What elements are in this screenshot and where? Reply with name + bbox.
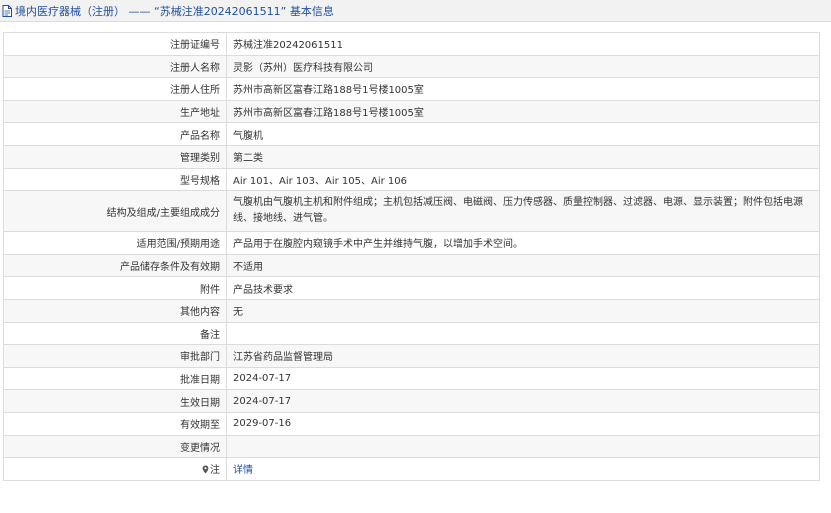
table-row: 批准日期 2024-07-17 xyxy=(3,366,820,391)
table-row: 适用范围/预期用途 产品用于在腹腔内窥镜手术中产生并维持气腹，以增加手术空间。 xyxy=(3,231,820,255)
info-table-container: 注册证编号 苏械注准20242061511 注册人名称 灵影（苏州）医疗科技有限… xyxy=(3,32,820,481)
row-value: Air 101、Air 103、Air 105、Air 106 xyxy=(226,167,820,192)
row-value: 无 xyxy=(226,298,820,323)
table-row: 审批部门 江苏省药品监督管理局 xyxy=(3,344,820,368)
row-label: 有效期至 xyxy=(3,411,227,436)
document-icon xyxy=(2,4,12,17)
row-value: 第二类 xyxy=(226,144,820,169)
row-value: 苏州市高新区富春江路188号1号楼1005室 xyxy=(226,77,820,101)
row-label: 生效日期 xyxy=(3,389,227,413)
table-row: 注 详情 xyxy=(3,457,820,481)
table-row: 型号规格 Air 101、Air 103、Air 105、Air 106 xyxy=(3,167,820,192)
row-value: 气腹机由气腹机主机和附件组成；主机包括减压阀、电磁阀、压力传感器、质量控制器、过… xyxy=(226,190,820,233)
row-value: 江苏省药品监督管理局 xyxy=(226,344,820,368)
location-pin-icon xyxy=(202,465,209,474)
row-value xyxy=(226,321,820,346)
row-value: 灵影（苏州）医疗科技有限公司 xyxy=(226,54,820,79)
row-value: 2024-07-17 xyxy=(226,366,820,391)
table-row: 生产地址 苏州市高新区富春江路188号1号楼1005室 xyxy=(3,99,820,124)
row-label: 管理类别 xyxy=(3,144,227,169)
row-label: 批准日期 xyxy=(3,366,227,391)
row-label: 生产地址 xyxy=(3,99,227,124)
row-label: 注册证编号 xyxy=(3,32,227,56)
table-row: 结构及组成/主要组成成分 气腹机由气腹机主机和附件组成；主机包括减压阀、电磁阀、… xyxy=(3,190,820,233)
table-row: 注册人住所 苏州市高新区富春江路188号1号楼1005室 xyxy=(3,77,820,101)
row-label: 变更情况 xyxy=(3,434,227,459)
row-value: 2029-07-16 xyxy=(226,411,820,436)
row-label: 注 xyxy=(3,457,227,481)
table-row: 生效日期 2024-07-17 xyxy=(3,389,820,413)
row-label: 审批部门 xyxy=(3,344,227,368)
row-value: 气腹机 xyxy=(226,122,820,146)
row-label: 其他内容 xyxy=(3,298,227,323)
row-value: 2024-07-17 xyxy=(226,389,820,413)
table-row: 注册人名称 灵影（苏州）医疗科技有限公司 xyxy=(3,54,820,79)
table-row: 变更情况 xyxy=(3,434,820,459)
table-row: 注册证编号 苏械注准20242061511 xyxy=(3,32,820,56)
row-value: 苏州市高新区富春江路188号1号楼1005室 xyxy=(226,99,820,124)
row-label: 型号规格 xyxy=(3,167,227,192)
row-label: 注册人名称 xyxy=(3,54,227,79)
page-header: 境内医疗器械（注册） —— “苏械注准20242061511” 基本信息 xyxy=(0,0,831,22)
table-row: 其他内容 无 xyxy=(3,298,820,323)
table-row: 附件 产品技术要求 xyxy=(3,276,820,300)
table-row: 产品储存条件及有效期 不适用 xyxy=(3,253,820,278)
table-row: 备注 xyxy=(3,321,820,346)
table-row: 产品名称 气腹机 xyxy=(3,122,820,146)
row-value: 详情 xyxy=(226,457,820,481)
note-label-text: 注 xyxy=(210,465,220,477)
row-value: 不适用 xyxy=(226,253,820,278)
details-link[interactable]: 详情 xyxy=(233,465,253,476)
row-value: 苏械注准20242061511 xyxy=(226,32,820,56)
row-value xyxy=(226,434,820,459)
table-row: 管理类别 第二类 xyxy=(3,144,820,169)
row-value: 产品技术要求 xyxy=(226,276,820,300)
row-label: 附件 xyxy=(3,276,227,300)
row-label: 适用范围/预期用途 xyxy=(3,231,227,255)
row-label: 结构及组成/主要组成成分 xyxy=(3,190,227,233)
info-table: 注册证编号 苏械注准20242061511 注册人名称 灵影（苏州）医疗科技有限… xyxy=(3,32,820,481)
row-label: 注册人住所 xyxy=(3,77,227,101)
row-label: 备注 xyxy=(3,321,227,346)
row-label: 产品储存条件及有效期 xyxy=(3,253,227,278)
breadcrumb-title: 境内医疗器械（注册） —— “苏械注准20242061511” 基本信息 xyxy=(15,4,334,18)
row-label: 产品名称 xyxy=(3,122,227,146)
row-value: 产品用于在腹腔内窥镜手术中产生并维持气腹，以增加手术空间。 xyxy=(226,231,820,255)
table-row: 有效期至 2029-07-16 xyxy=(3,411,820,436)
